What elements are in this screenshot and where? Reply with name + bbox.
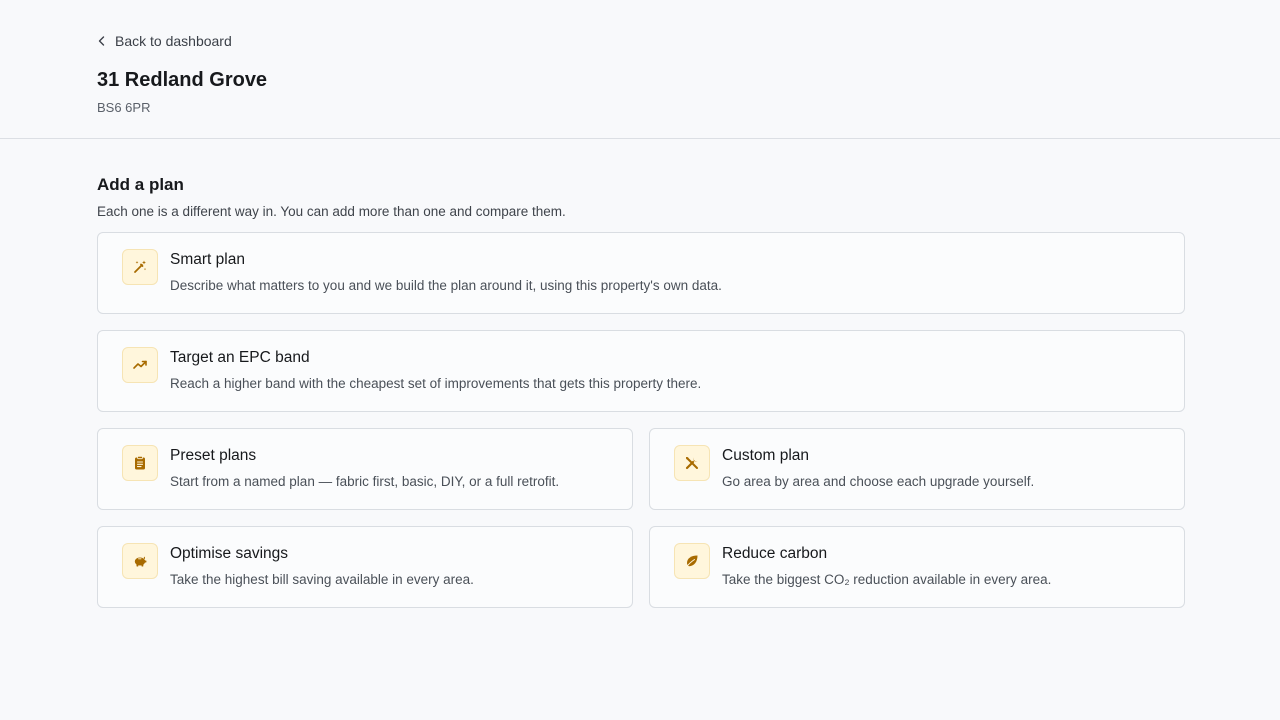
smart-plan-card[interactable]: Smart plan Describe what matters to you …	[97, 232, 1185, 314]
optimise-savings-card[interactable]: Optimise savings Take the highest bill s…	[97, 526, 633, 608]
magic-wand-icon	[134, 260, 147, 273]
trending-up-icon	[133, 360, 147, 369]
card-title: Preset plans	[170, 447, 257, 464]
card-title: Optimise savings	[170, 545, 289, 562]
page-header: Back to dashboard 31 Redland Grove BS6 6…	[0, 0, 1280, 139]
postcode: BS6 6PR	[97, 100, 151, 115]
card-title: Smart plan	[170, 251, 245, 268]
page-title: 31 Redland Grove	[97, 69, 268, 91]
chevron-left-icon	[98, 36, 105, 46]
card-title: Custom plan	[722, 447, 810, 464]
back-link-label: Back to dashboard	[115, 33, 232, 49]
reduce-carbon-card[interactable]: Reduce carbon Take the biggest CO₂ reduc…	[649, 526, 1185, 608]
card-title: Reduce carbon	[722, 545, 828, 562]
back-to-dashboard-link[interactable]: Back to dashboard	[97, 33, 232, 49]
card-description: Take the highest bill saving available i…	[170, 572, 474, 587]
tools-icon	[685, 457, 698, 470]
piggy-bank-icon	[134, 556, 147, 567]
card-description: Describe what matters to you and we buil…	[170, 278, 722, 293]
card-description: Take the biggest CO₂ reduction available…	[722, 572, 1052, 587]
target-epc-band-card[interactable]: Target an EPC band Reach a higher band w…	[97, 330, 1185, 412]
leaf-icon	[686, 555, 698, 568]
section-subtitle: Each one is a different way in. You can …	[97, 204, 566, 219]
preset-plans-card[interactable]: Preset plans Start from a named plan — f…	[97, 428, 633, 510]
main-content: Add a plan Each one is a different way i…	[0, 139, 1280, 608]
card-description: Start from a named plan — fabric first, …	[170, 474, 560, 489]
card-title: Target an EPC band	[170, 349, 310, 366]
section-title: Add a plan	[97, 175, 184, 194]
card-description: Reach a higher band with the cheapest se…	[170, 376, 702, 391]
clipboard-icon	[135, 455, 145, 470]
plan-options: Smart plan Describe what matters to you …	[97, 232, 1185, 608]
custom-plan-card[interactable]: Custom plan Go area by area and choose e…	[649, 428, 1185, 510]
card-description: Go area by area and choose each upgrade …	[722, 474, 1035, 489]
